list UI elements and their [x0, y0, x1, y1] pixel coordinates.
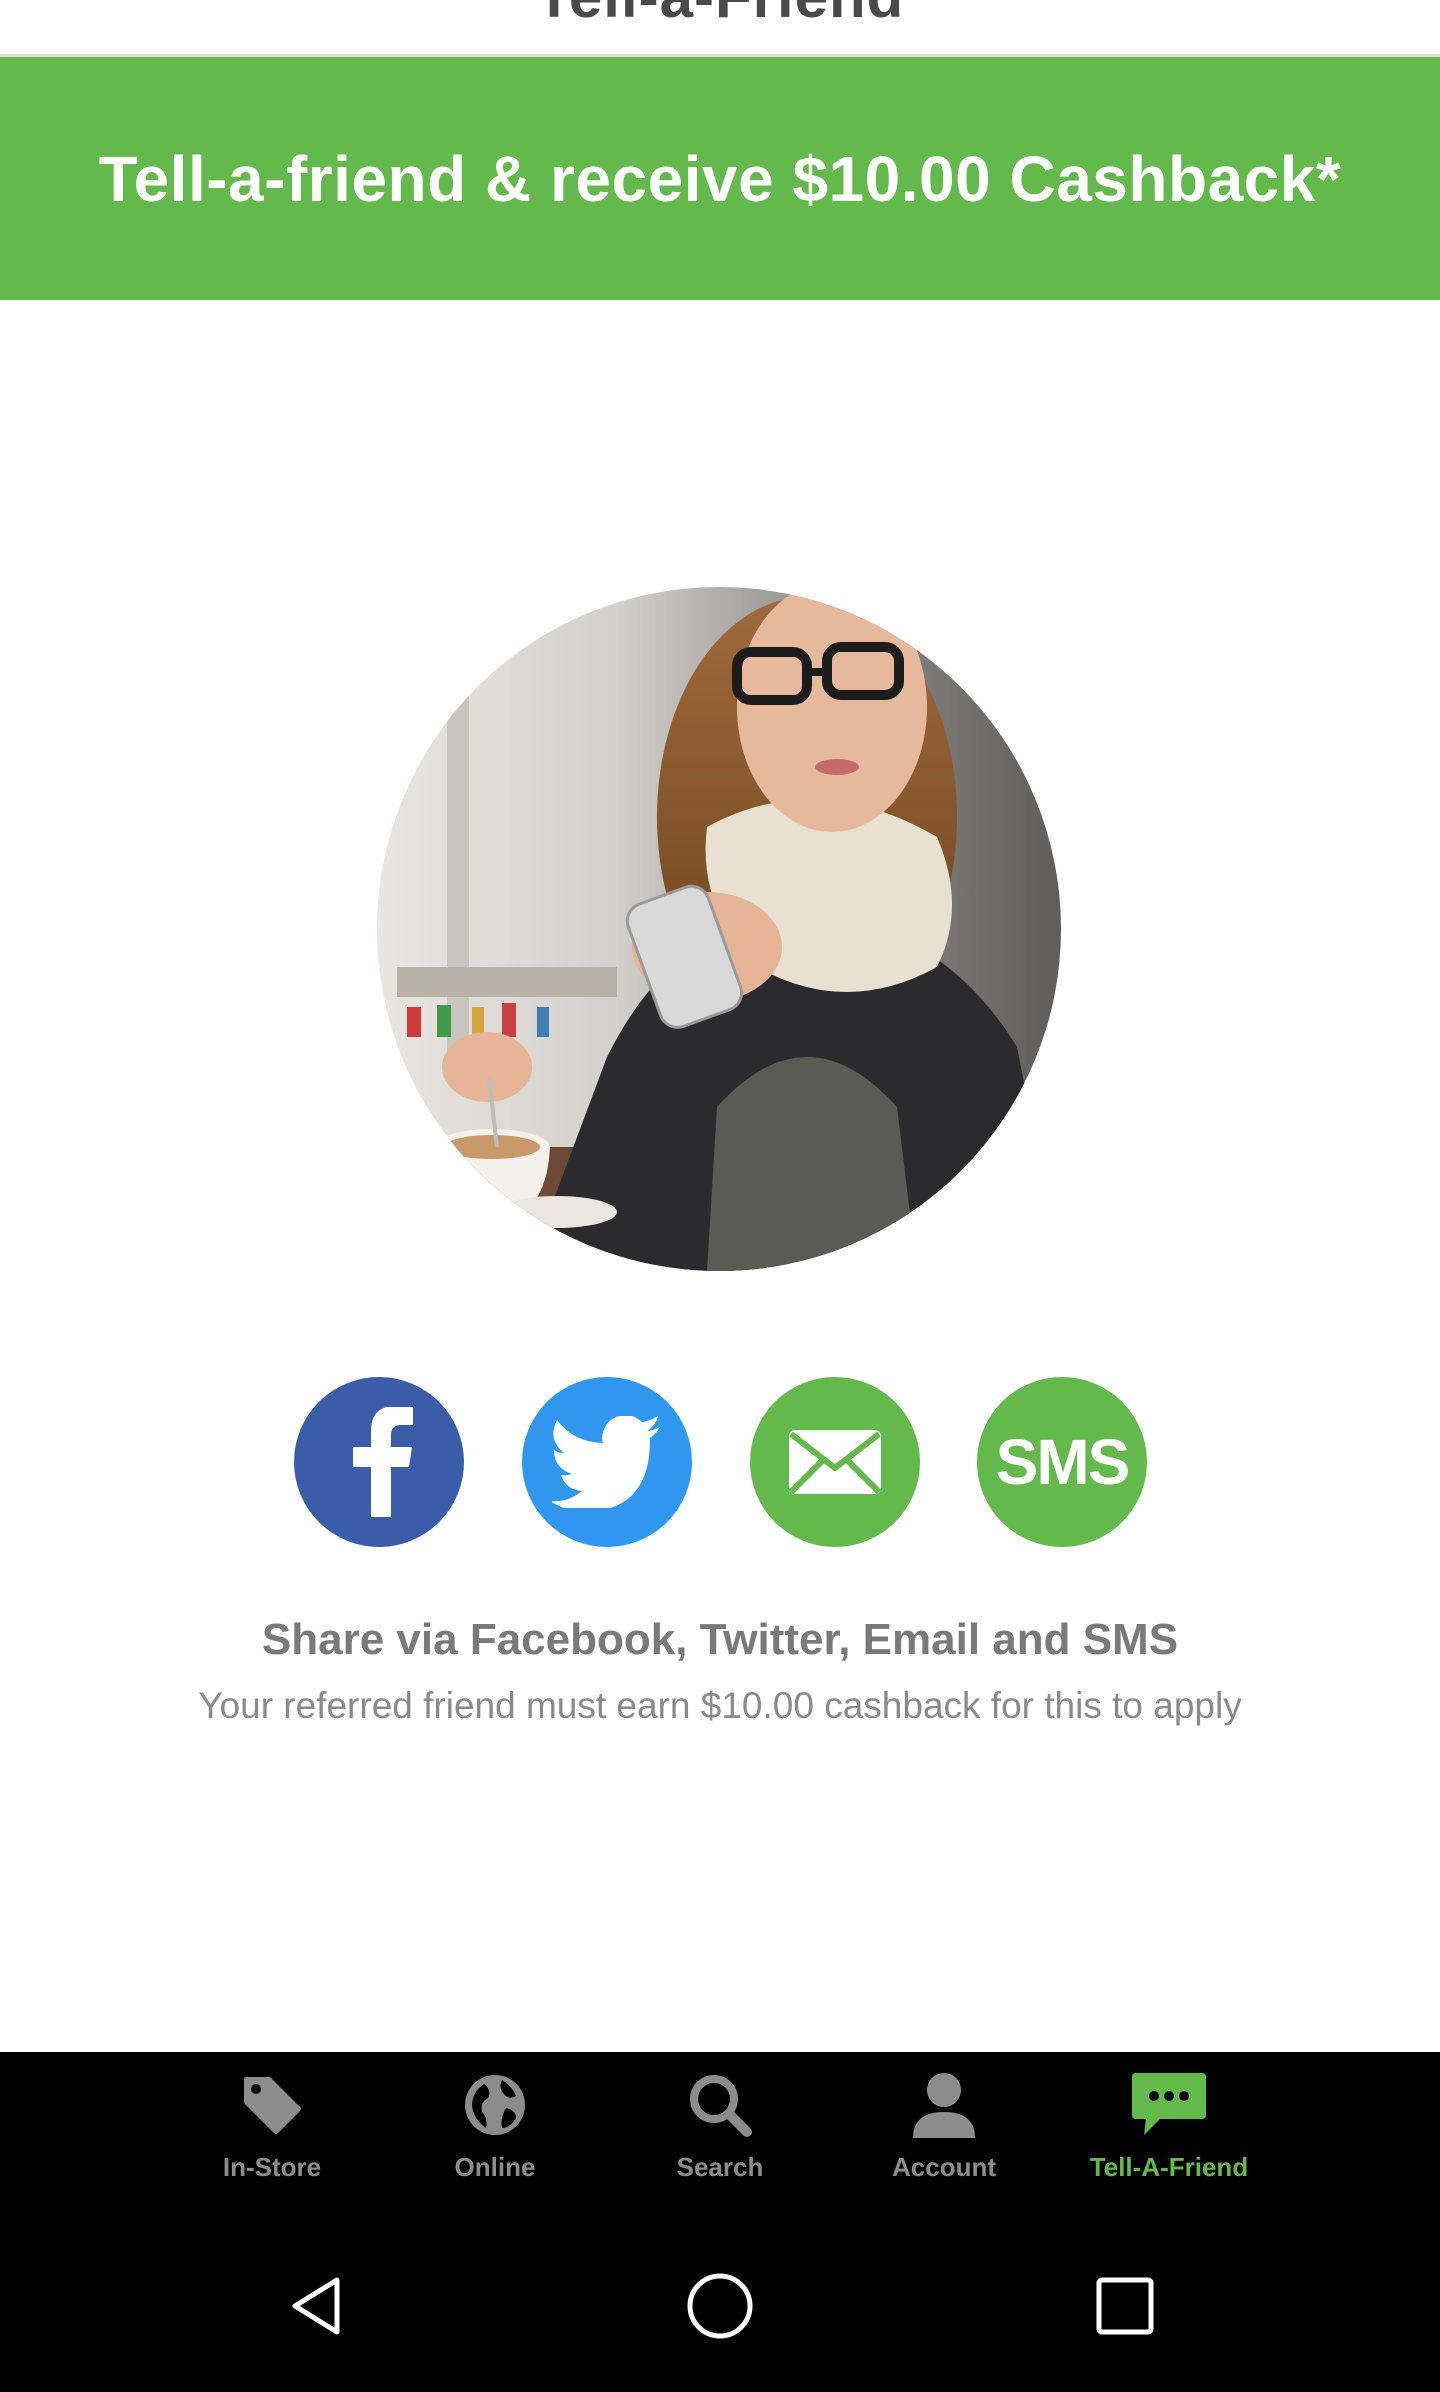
tab-account[interactable]: Account: [849, 2060, 1039, 2210]
back-button[interactable]: [277, 2266, 357, 2346]
bottom-tab-bar: In-Store Online Search Account Tell-A-Fr…: [0, 2052, 1440, 2220]
sms-button-label: SMS: [995, 1426, 1131, 1498]
tab-label: In-Store: [222, 2152, 322, 2182]
search-icon: [690, 2075, 752, 2137]
twitter-bird-icon: [552, 1416, 660, 1508]
facebook-icon: [353, 1407, 413, 1517]
tab-tell-a-friend[interactable]: Tell-A-Friend: [1074, 2060, 1264, 2210]
person-icon: [913, 2073, 975, 2138]
recents-square-icon: [1096, 2277, 1154, 2335]
tab-in-store[interactable]: In-Store: [177, 2060, 367, 2210]
tab-online[interactable]: Online: [400, 2060, 590, 2210]
chat-bubble-icon: [1132, 2073, 1206, 2135]
promo-banner-text: Tell-a-friend & receive $10.00 Cashback*: [98, 142, 1342, 215]
share-condition-note: Your referred friend must earn $10.00 ca…: [198, 1685, 1242, 1726]
tag-icon: [244, 2077, 301, 2134]
share-heading: Share via Facebook, Twitter, Email and S…: [261, 1615, 1179, 1664]
back-triangle-icon: [292, 2277, 340, 2335]
tell-a-friend-screen: Tell-a-Friend Tell-a-friend & receive $1…: [0, 0, 1440, 2392]
facebook-share-button[interactable]: [294, 1377, 464, 1547]
home-button[interactable]: [680, 2266, 760, 2346]
sms-share-button[interactable]: SMS: [977, 1377, 1147, 1547]
twitter-share-button[interactable]: [522, 1377, 692, 1547]
home-circle-icon: [687, 2273, 753, 2339]
envelope-icon: [788, 1430, 882, 1495]
tab-label: Account: [892, 2152, 996, 2182]
globe-icon: [465, 2075, 525, 2135]
tab-search[interactable]: Search: [625, 2060, 815, 2210]
email-share-button[interactable]: [750, 1377, 920, 1547]
system-navigation-bar: [0, 2220, 1440, 2392]
recent-apps-button[interactable]: [1085, 2266, 1165, 2346]
woman-with-phone-photo: [377, 587, 1061, 1271]
tab-label: Search: [676, 2152, 764, 2182]
tab-label: Tell-A-Friend: [1089, 2152, 1249, 2182]
top-app-bar: Tell-a-Friend: [0, 0, 1440, 57]
page-title: Tell-a-Friend: [0, 0, 1440, 31]
promo-banner: Tell-a-friend & receive $10.00 Cashback*: [0, 57, 1440, 300]
tab-label: Online: [454, 2152, 536, 2182]
